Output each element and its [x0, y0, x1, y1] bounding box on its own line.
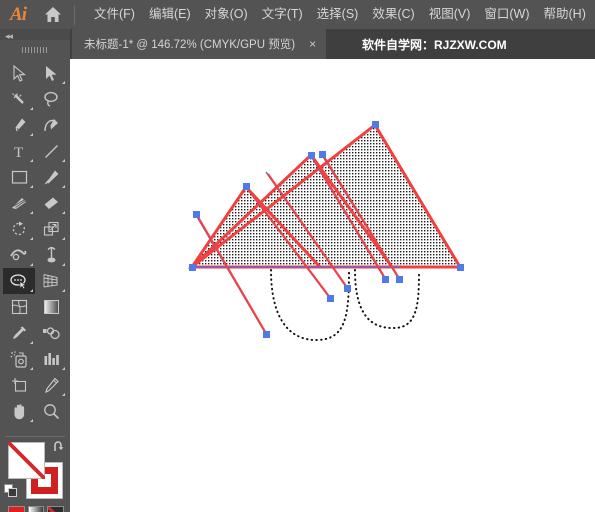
home-icon[interactable] [36, 0, 70, 29]
anchor-point[interactable] [193, 211, 200, 218]
toolbar-divider-1 [5, 436, 65, 437]
menu-file[interactable]: 文件(F) [87, 0, 142, 29]
menu-edit[interactable]: 编辑(E) [142, 0, 198, 29]
svg-text:T: T [14, 145, 23, 160]
flyout-indicator-icon [62, 81, 65, 84]
flyout-indicator-icon [30, 237, 33, 240]
slice-tool[interactable] [35, 372, 67, 398]
flyout-indicator-icon [30, 419, 33, 422]
menu-view[interactable]: 视图(V) [422, 0, 478, 29]
flyout-indicator-icon [62, 185, 65, 188]
selection-tool[interactable] [3, 60, 35, 86]
rotate-tool[interactable] [3, 216, 35, 242]
flyout-indicator-icon [62, 289, 65, 292]
artboard-tool[interactable] [3, 372, 35, 398]
anchor-point[interactable] [457, 264, 464, 271]
anchor-point[interactable] [308, 152, 315, 159]
blend-tool[interactable] [35, 320, 67, 346]
flyout-indicator-icon [62, 237, 65, 240]
document-tab-title: 未标题-1* @ 146.72% (CMYK/GPU 预览) [84, 39, 296, 51]
app-logo: Ai [10, 3, 27, 25]
flyout-indicator-icon [30, 107, 33, 110]
anchor-point[interactable] [263, 331, 270, 338]
line-segment-tool[interactable] [35, 138, 67, 164]
flyout-indicator-icon [62, 367, 65, 370]
pen-tool[interactable] [3, 112, 35, 138]
anchor-point[interactable] [382, 276, 389, 283]
mesh-tool[interactable] [3, 294, 35, 320]
shaper-tool[interactable] [3, 190, 35, 216]
column-graph-tool[interactable] [35, 346, 67, 372]
anchor-point[interactable] [189, 264, 196, 271]
flyout-indicator-icon [30, 289, 33, 292]
flyout-indicator-icon [30, 263, 33, 266]
menu-divider [74, 4, 75, 25]
illustrator-window: Ai 文件(F) 编辑(E) 对象(O) 文字(T) 选择(S) 效果(C) 视… [0, 0, 595, 512]
width-tool[interactable] [3, 242, 35, 268]
tool-grid: T [3, 60, 67, 424]
dotted-curve-left[interactable] [270, 269, 350, 342]
none-mode-button[interactable] [47, 506, 65, 512]
type-tool[interactable]: T [3, 138, 35, 164]
flyout-indicator-icon [30, 211, 33, 214]
curvature-tool[interactable] [35, 112, 67, 138]
flyout-indicator-icon [30, 159, 33, 162]
grip-dots-icon [22, 46, 48, 53]
menu-window[interactable]: 窗口(W) [477, 0, 536, 29]
menu-items: 文件(F) 编辑(E) 对象(O) 文字(T) 选择(S) 效果(C) 视图(V… [87, 0, 593, 29]
fill-stroke-controls [4, 440, 66, 502]
gradient-tool[interactable] [35, 294, 67, 320]
anchor-point[interactable] [243, 183, 250, 190]
toolbar-drag-handle[interactable] [0, 40, 70, 59]
flyout-indicator-icon [30, 367, 33, 370]
flyout-indicator-icon [62, 159, 65, 162]
lasso-tool[interactable] [35, 86, 67, 112]
menu-help[interactable]: 帮助(H) [537, 0, 593, 29]
anchor-point[interactable] [344, 285, 351, 292]
flyout-indicator-icon [62, 393, 65, 396]
flyout-indicator-icon [30, 341, 33, 344]
flyout-indicator-icon [30, 133, 33, 136]
menu-effect[interactable]: 效果(C) [365, 0, 421, 29]
gradient-mode-button[interactable] [27, 506, 45, 512]
menu-object[interactable]: 对象(O) [198, 0, 255, 29]
scale-tool[interactable] [35, 216, 67, 242]
tools-panel: T [0, 40, 70, 512]
perspective-grid-tool[interactable] [35, 268, 67, 294]
rectangle-tool[interactable] [3, 164, 35, 190]
symbol-sprayer-tool[interactable] [3, 346, 35, 372]
watermark-text: 软件自学网：RJZXW.COM [362, 37, 507, 52]
anchor-point[interactable] [319, 151, 326, 158]
zoom-tool[interactable] [35, 398, 67, 424]
document-tab[interactable]: 未标题-1* @ 146.72% (CMYK/GPU 预览) × [72, 29, 327, 59]
none-slash-icon [8, 442, 45, 479]
default-fill-stroke-icon[interactable] [4, 484, 18, 498]
swap-fill-stroke-icon[interactable] [52, 440, 66, 454]
menu-select[interactable]: 选择(S) [310, 0, 366, 29]
flyout-indicator-icon [30, 185, 33, 188]
direct-selection-tool[interactable] [35, 60, 67, 86]
eyedropper-tool[interactable] [3, 320, 35, 346]
shape-builder-tool[interactable] [3, 268, 35, 294]
document-tab-bar: ◂◂ 未标题-1* @ 146.72% (CMYK/GPU 预览) × 软件自学… [0, 29, 595, 59]
flyout-indicator-icon [62, 263, 65, 266]
hand-tool[interactable] [3, 398, 35, 424]
color-mode-button[interactable] [8, 506, 25, 512]
anchor-point[interactable] [396, 276, 403, 283]
eraser-tool[interactable] [35, 190, 67, 216]
close-icon[interactable]: × [309, 38, 316, 50]
menu-type[interactable]: 文字(T) [255, 0, 310, 29]
flyout-indicator-icon [62, 211, 65, 214]
document-canvas[interactable] [70, 59, 595, 512]
anchor-point[interactable] [327, 295, 334, 302]
menu-bar: Ai 文件(F) 编辑(E) 对象(O) 文字(T) 选择(S) 效果(C) 视… [0, 0, 595, 29]
paintbrush-tool[interactable] [35, 164, 67, 190]
free-transform-tool[interactable] [35, 242, 67, 268]
fill-swatch[interactable] [8, 442, 45, 479]
magic-wand-tool[interactable] [3, 86, 35, 112]
color-mode-buttons [8, 506, 65, 512]
artwork-svg [187, 121, 464, 342]
anchor-point[interactable] [372, 121, 379, 128]
